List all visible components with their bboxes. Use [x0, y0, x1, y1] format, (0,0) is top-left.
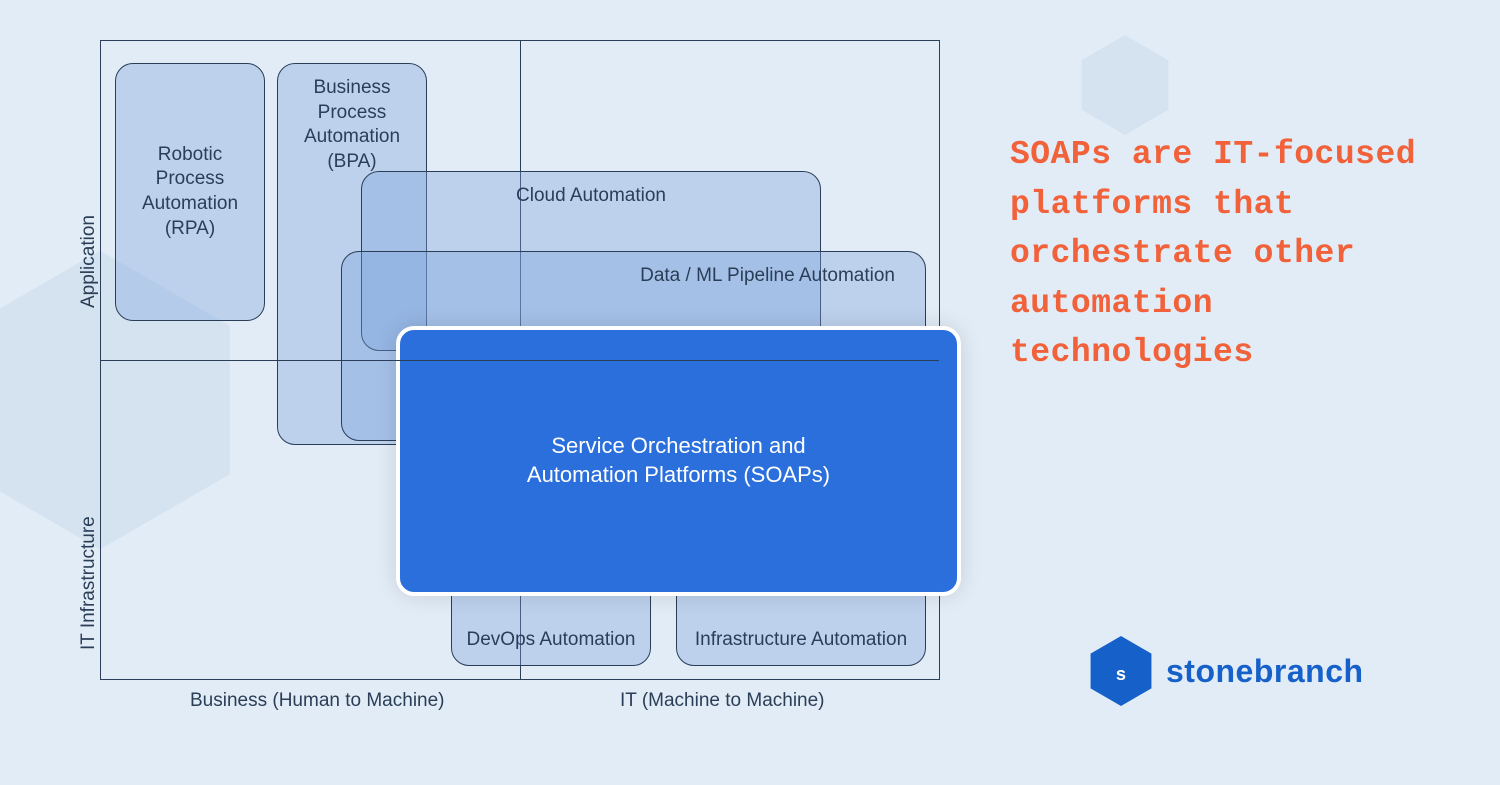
headline-text: SOAPs are IT-focused platforms that orch… [1010, 130, 1440, 378]
x-axis-label-it: IT (Machine to Machine) [620, 690, 825, 712]
box-cloud-automation-label: Cloud Automation [516, 184, 666, 209]
box-soap: Service Orchestration and Automation Pla… [396, 326, 961, 596]
box-rpa: Robotic Process Automation (RPA) [115, 63, 265, 321]
brand-logo: s stonebranch [1090, 640, 1364, 702]
y-axis-label-it-infrastructure: IT Infrastructure [78, 516, 100, 650]
diagram-stage: Application IT Infrastructure Business (… [60, 40, 940, 730]
box-devops-automation-label: DevOps Automation [467, 628, 636, 653]
box-infrastructure-automation-label: Infrastructure Automation [695, 628, 907, 653]
y-axis-label-application: Application [78, 215, 100, 308]
quadrant-frame: Robotic Process Automation (RPA) Busines… [100, 40, 940, 680]
box-rpa-label: Robotic Process Automation (RPA) [126, 143, 254, 242]
box-data-ml-pipeline-label: Data / ML Pipeline Automation [640, 264, 895, 289]
x-axis-label-business: Business (Human to Machine) [190, 690, 445, 712]
brand-name: stonebranch [1166, 653, 1364, 690]
box-soap-label: Service Orchestration and Automation Pla… [494, 432, 864, 489]
box-bpa-label: Business Process Automation (BPA) [288, 76, 416, 175]
bg-hexagon-small [1080, 35, 1170, 135]
brand-letter: s [1116, 663, 1126, 684]
brand-hexagon-icon: s [1090, 640, 1152, 702]
